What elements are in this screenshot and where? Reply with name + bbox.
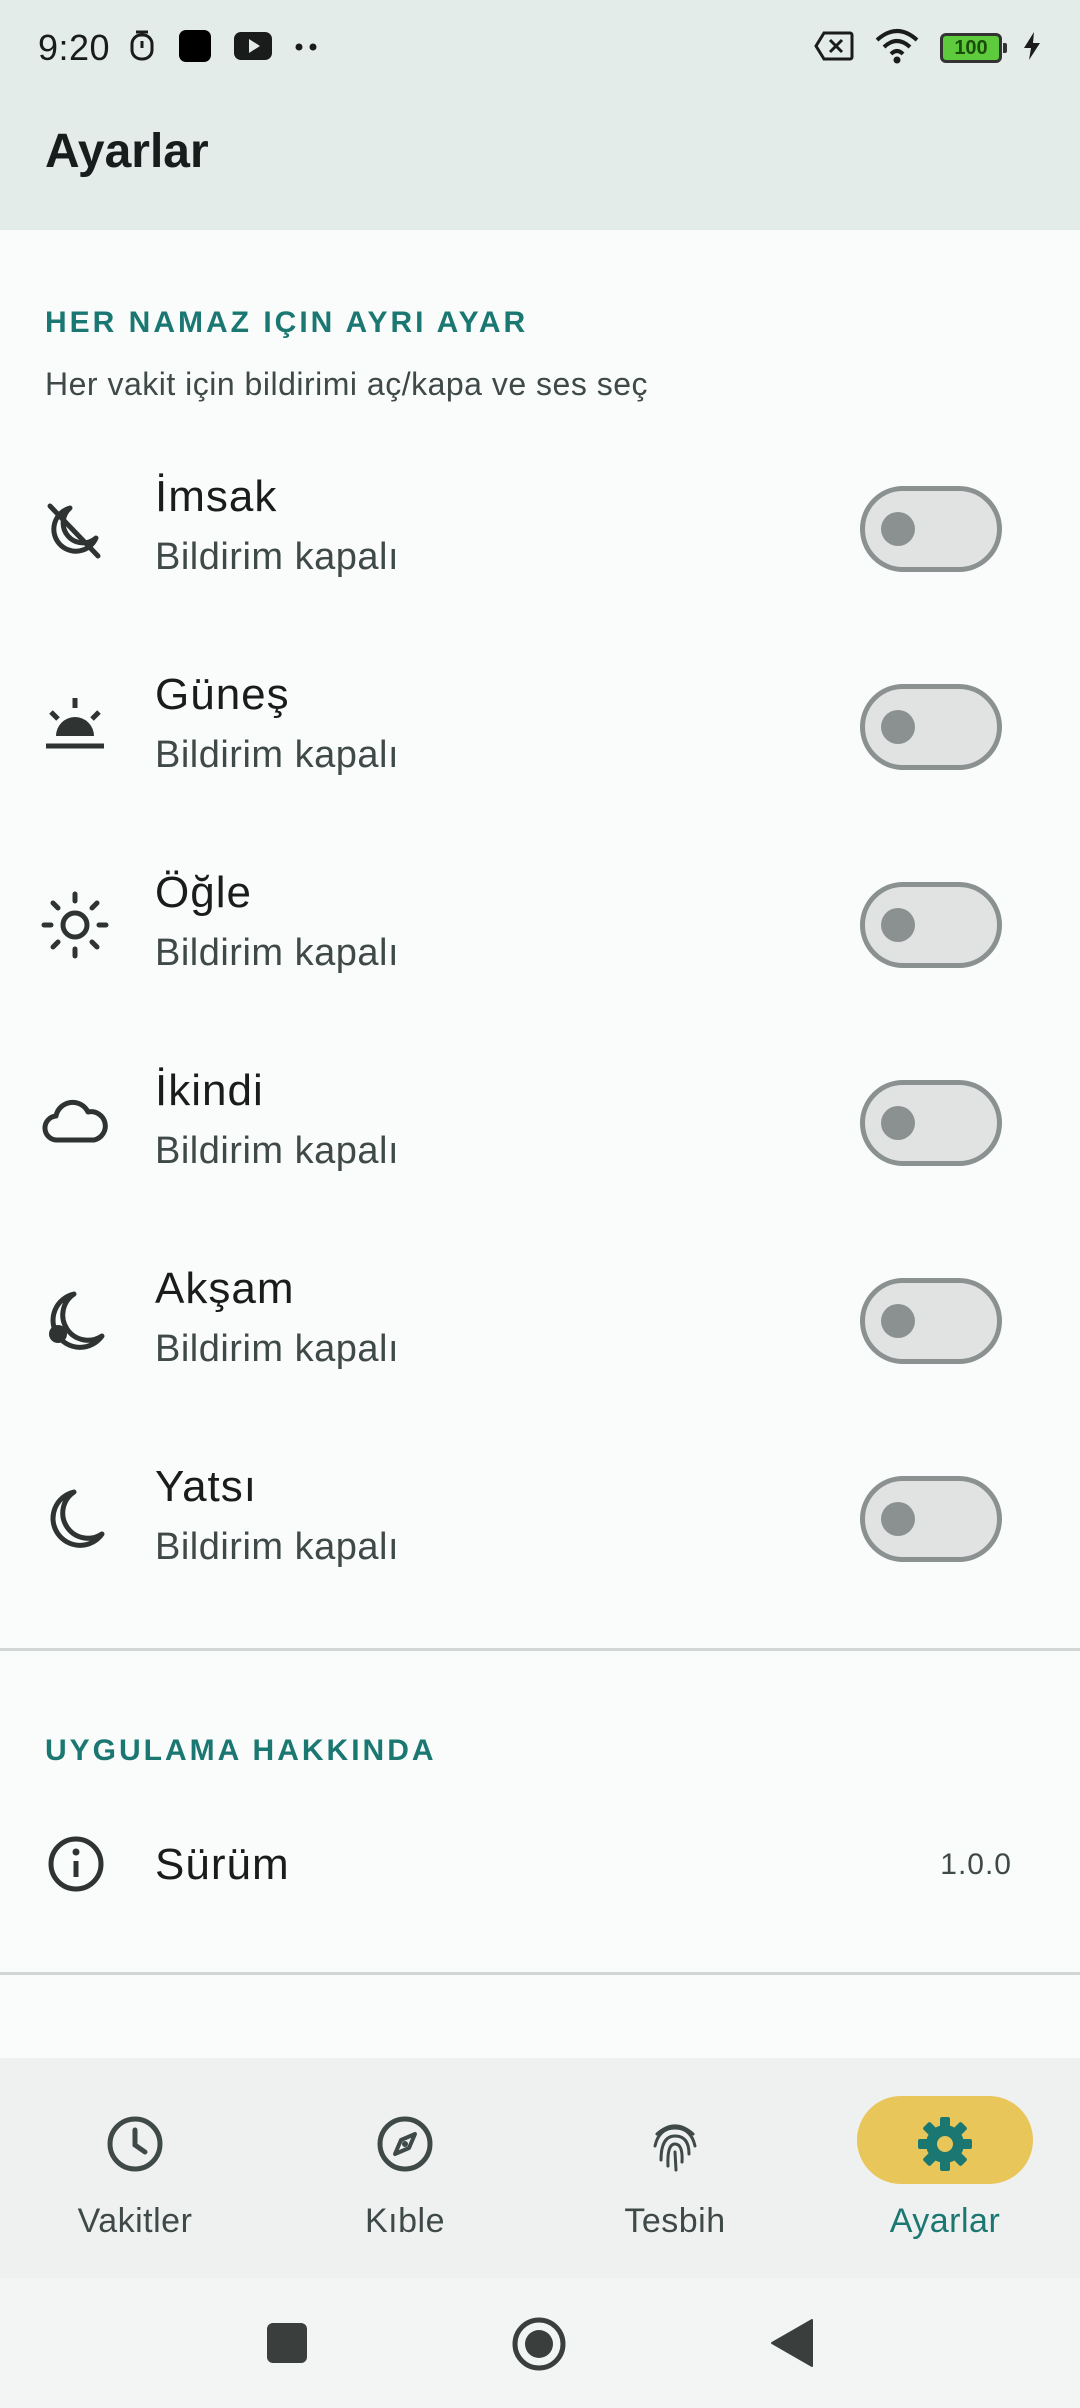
nav-label: Vakitler	[77, 2202, 193, 2240]
about-section-header: UYGULAMA HAKKINDA	[45, 1734, 437, 1767]
section-divider	[0, 1648, 1080, 1651]
moon-icon	[40, 1484, 110, 1554]
notification-status: Bildirim kapalı	[155, 1328, 400, 1370]
version-value: 1.0.0	[940, 1848, 1012, 1881]
notification-status: Bildirim kapalı	[155, 1526, 400, 1568]
notification-toggle[interactable]	[860, 1476, 1002, 1562]
notification-toggle[interactable]	[860, 882, 1002, 968]
prayer-row-ogle[interactable]: Öğle Bildirim kapalı	[0, 826, 1080, 1024]
prayer-name: Yatsı	[155, 1462, 258, 1511]
charging-bolt-icon	[1022, 31, 1042, 66]
clock-icon	[105, 2114, 165, 2174]
nav-item-kible[interactable]: Kıble	[270, 2058, 540, 2278]
battery-level: 100	[954, 36, 988, 59]
notification-status: Bildirim kapalı	[155, 734, 400, 776]
prayer-row-gunes[interactable]: Güneş Bildirim kapalı	[0, 628, 1080, 826]
status-bar: 9:20 100	[0, 0, 1080, 96]
nav-label: Tesbih	[624, 2202, 726, 2240]
notification-status: Bildirim kapalı	[155, 536, 400, 578]
nav-item-tesbih[interactable]: Tesbih	[540, 2058, 810, 2278]
notification-status: Bildirim kapalı	[155, 932, 400, 974]
prayer-row-imsak[interactable]: İmsak Bildirim kapalı	[0, 430, 1080, 628]
notification-status: Bildirim kapalı	[155, 1130, 400, 1172]
recents-button[interactable]	[266, 2322, 308, 2369]
prayer-section-subtitle: Her vakit için bildirimi aç/kapa ve ses …	[45, 366, 649, 402]
nav-item-vakitler[interactable]: Vakitler	[0, 2058, 270, 2278]
prayer-row-yatsi[interactable]: Yatsı Bildirim kapalı	[0, 1420, 1080, 1618]
info-icon	[46, 1834, 106, 1894]
version-row[interactable]: Sürüm 1.0.0	[0, 1820, 1080, 1910]
toggle-knob	[881, 1502, 915, 1536]
sun-icon	[40, 890, 110, 960]
wifi-icon	[874, 28, 920, 69]
toggle-knob	[881, 710, 915, 744]
system-navigation-bar	[0, 2278, 1080, 2408]
sunrise-icon	[40, 692, 110, 762]
app-bar: Ayarlar	[0, 96, 1080, 230]
alarm-clock-icon	[128, 29, 156, 68]
fingerprint-icon	[645, 2114, 705, 2174]
prayer-section-header: HER NAMAZ IÇIN AYRI AYAR	[45, 306, 529, 339]
prayer-row-aksam[interactable]: Akşam Bildirim kapalı	[0, 1222, 1080, 1420]
notification-toggle[interactable]	[860, 1278, 1002, 1364]
home-button[interactable]	[511, 2316, 567, 2377]
prayer-name: İmsak	[155, 472, 278, 521]
toggle-knob	[881, 908, 915, 942]
page-title: Ayarlar	[45, 125, 209, 178]
moon-off-icon	[40, 494, 110, 564]
youtube-icon	[234, 31, 273, 65]
nav-item-ayarlar[interactable]: Ayarlar	[810, 2058, 1080, 2278]
toggle-knob	[881, 512, 915, 546]
notification-toggle[interactable]	[860, 1080, 1002, 1166]
notification-toggle[interactable]	[860, 486, 1002, 572]
prayer-name: Öğle	[155, 868, 252, 917]
version-label: Sürüm	[155, 1840, 290, 1889]
gear-icon	[915, 2114, 975, 2174]
bottom-navigation: Vakitler Kıble Tesbih Ayarlar	[0, 2058, 1080, 2278]
toggle-knob	[881, 1106, 915, 1140]
prayer-name: İkindi	[155, 1066, 264, 1115]
sim-off-icon	[814, 31, 854, 66]
notification-toggle[interactable]	[860, 684, 1002, 770]
moon-stars-icon	[40, 1286, 110, 1356]
app-square-icon	[178, 29, 212, 68]
cloud-icon	[40, 1088, 110, 1158]
status-time: 9:20	[38, 27, 111, 68]
back-button[interactable]	[770, 2318, 814, 2373]
more-dots-icon	[294, 39, 318, 57]
toggle-knob	[881, 1304, 915, 1338]
prayer-name: Güneş	[155, 670, 290, 719]
nav-label: Ayarlar	[889, 2202, 1001, 2240]
section-divider	[0, 1972, 1080, 1975]
battery-icon: 100	[940, 33, 1007, 63]
prayer-row-ikindi[interactable]: İkindi Bildirim kapalı	[0, 1024, 1080, 1222]
nav-label: Kıble	[365, 2202, 445, 2240]
prayer-name: Akşam	[155, 1264, 295, 1313]
compass-icon	[375, 2114, 435, 2174]
